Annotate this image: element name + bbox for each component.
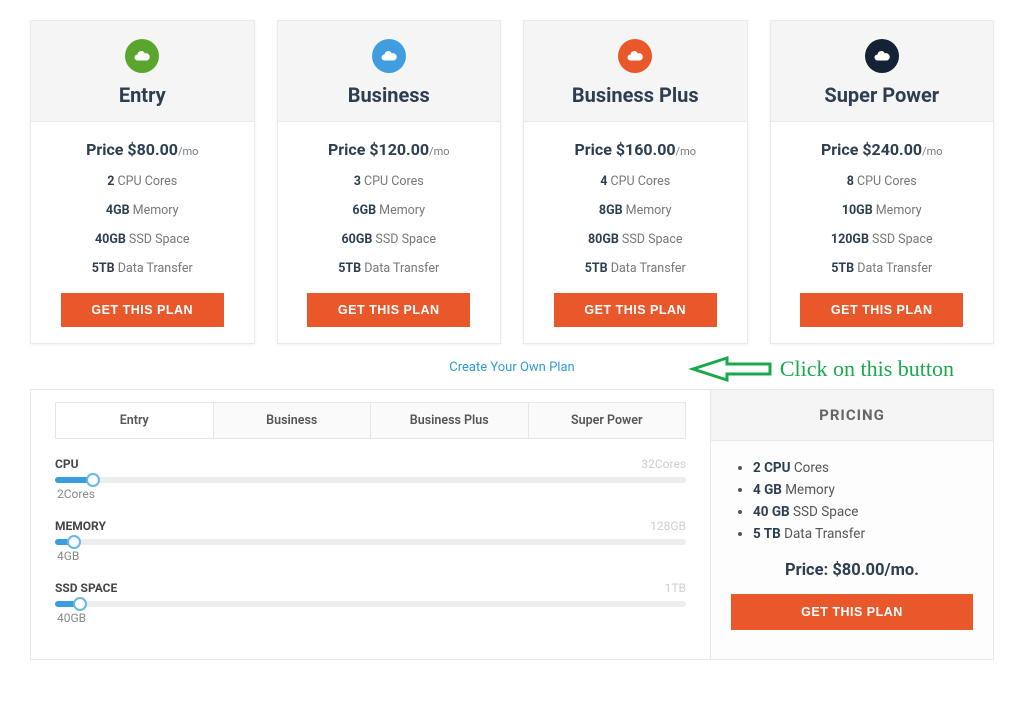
plan-feature-memory: 8GB Memory [536,196,735,225]
pricing-item: 2 CPU Cores [753,457,973,479]
plan-cards-row: Entry Price $80.00/mo 2 CPU Cores 4GB Me… [30,20,994,344]
memory-label: MEMORY [55,519,106,533]
plan-card-business-plus: Business Plus Price $160.00/mo 4 CPU Cor… [523,20,748,344]
plan-feature-ssd: 80GB SSD Space [536,225,735,254]
pricing-panel: PRICING 2 CPU Cores4 GB Memory40 GB SSD … [711,390,993,659]
ssd-label: SSD SPACE [55,581,117,595]
plan-price: Price $160.00/mo [536,134,735,167]
builder-tab-business[interactable]: Business [214,402,372,439]
arrow-left-icon [687,354,772,384]
pricing-item: 40 GB SSD Space [753,501,973,523]
pricing-total: Price: $80.00/mo. [731,545,973,594]
builder-tab-super-power[interactable]: Super Power [529,402,687,439]
plan-card-business: Business Price $120.00/mo 3 CPU Cores 6G… [277,20,502,344]
create-your-own-row: Create Your Own Plan Click on this butto… [30,360,994,375]
plan-feature-ssd: 40GB SSD Space [43,225,242,254]
plan-feature-memory: 6GB Memory [290,196,489,225]
pricing-item: 5 TB Data Transfer [753,523,973,545]
cloud-icon [372,39,406,73]
ssd-slider[interactable] [55,601,686,607]
plan-name: Super Power [771,83,994,107]
cloud-icon [618,39,652,73]
memory-value: 4GB [55,549,686,563]
pricing-summary-list: 2 CPU Cores4 GB Memory40 GB SSD Space5 T… [731,457,973,545]
annotation-callout: Click on this button [687,354,954,384]
cpu-label: CPU [55,457,79,471]
ssd-slider-knob[interactable] [73,597,87,611]
builder-tabs: EntryBusinessBusiness PlusSuper Power [55,402,686,439]
plan-feature-transfer: 5TB Data Transfer [43,254,242,283]
plan-price: Price $80.00/mo [43,134,242,167]
get-this-plan-button[interactable]: GET THIS PLAN [307,293,470,327]
plan-builder-left: EntryBusinessBusiness PlusSuper Power CP… [31,390,711,659]
cpu-slider-knob[interactable] [86,473,100,487]
plan-name: Business Plus [524,83,747,107]
plan-feature-memory: 4GB Memory [43,196,242,225]
plan-feature-cpu: 4 CPU Cores [536,167,735,196]
cpu-slider[interactable] [55,477,686,483]
plan-price: Price $240.00/mo [783,134,982,167]
memory-max: 128GB [650,519,686,533]
plan-card-entry: Entry Price $80.00/mo 2 CPU Cores 4GB Me… [30,20,255,344]
plan-feature-ssd: 60GB SSD Space [290,225,489,254]
ssd-max: 1TB [665,581,686,595]
ssd-value: 40GB [55,611,686,625]
pricing-item: 4 GB Memory [753,479,973,501]
get-this-plan-button[interactable]: GET THIS PLAN [61,293,224,327]
plan-price: Price $120.00/mo [290,134,489,167]
plan-feature-transfer: 5TB Data Transfer [290,254,489,283]
pricing-heading: PRICING [711,390,993,441]
plan-feature-transfer: 5TB Data Transfer [783,254,982,283]
create-your-own-plan-link[interactable]: Create Your Own Plan [449,360,574,375]
get-this-plan-button[interactable]: GET THIS PLAN [554,293,717,327]
memory-slider-knob[interactable] [67,535,81,549]
get-this-plan-button[interactable]: GET THIS PLAN [800,293,963,327]
plan-feature-memory: 10GB Memory [783,196,982,225]
memory-slider-block: MEMORY 128GB 4GB [55,519,686,563]
cpu-value: 2Cores [55,487,686,501]
plan-feature-cpu: 3 CPU Cores [290,167,489,196]
cpu-slider-block: CPU 32Cores 2Cores [55,457,686,501]
pricing-get-plan-button[interactable]: GET THIS PLAN [731,594,973,630]
cloud-icon [865,39,899,73]
plan-feature-cpu: 2 CPU Cores [43,167,242,196]
plan-feature-transfer: 5TB Data Transfer [536,254,735,283]
plan-builder: EntryBusinessBusiness PlusSuper Power CP… [30,389,994,660]
builder-tab-entry[interactable]: Entry [55,402,214,439]
plan-name: Entry [31,83,254,107]
cloud-icon [125,39,159,73]
builder-tab-business-plus[interactable]: Business Plus [371,402,529,439]
ssd-slider-block: SSD SPACE 1TB 40GB [55,581,686,625]
plan-feature-cpu: 8 CPU Cores [783,167,982,196]
annotation-text: Click on this button [780,356,954,382]
memory-slider[interactable] [55,539,686,545]
plan-feature-ssd: 120GB SSD Space [783,225,982,254]
cpu-max: 32Cores [641,457,686,471]
plan-name: Business [278,83,501,107]
plan-card-super-power: Super Power Price $240.00/mo 8 CPU Cores… [770,20,995,344]
